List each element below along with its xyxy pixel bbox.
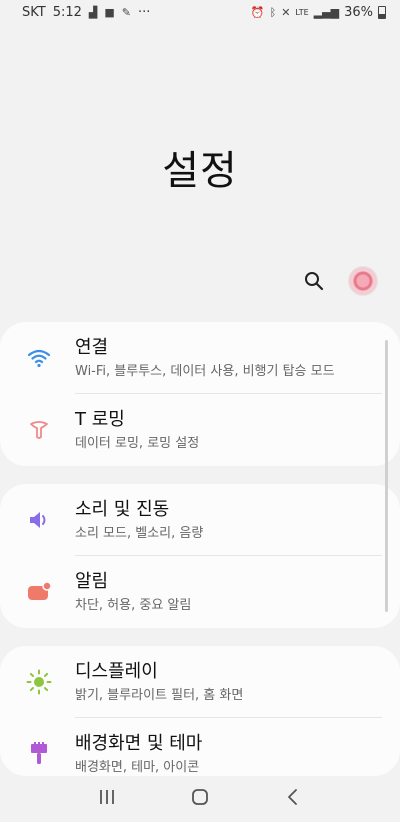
home-button[interactable] — [180, 777, 220, 817]
settings-item-display[interactable]: 디스플레이 밝기, 블루라이트 필터, 홈 화면 — [0, 646, 400, 718]
theme-brush-icon — [26, 741, 52, 767]
settings-item-text: 연결 Wi-Fi, 블루투스, 데이터 사용, 비행기 탑승 모드 — [75, 336, 335, 380]
settings-item-t-roaming[interactable]: T 로밍 데이터 로밍, 로밍 설정 — [0, 394, 400, 466]
gallery-icon: ■ — [104, 5, 115, 19]
settings-item-text: 배경화면 및 테마 배경화면, 테마, 아이콘 — [75, 732, 202, 776]
time-label: 5:12 — [52, 4, 82, 20]
scrollbar[interactable] — [385, 340, 388, 612]
settings-item-text: T 로밍 데이터 로밍, 로밍 설정 — [75, 408, 199, 452]
battery-percent: 36% — [344, 4, 373, 20]
settings-item-title: T 로밍 — [75, 409, 125, 430]
settings-item-wallpaper-themes[interactable]: 배경화면 및 테마 배경화면, 테마, 아이콘 — [0, 718, 400, 776]
signal-icon: ▂▄▆ — [313, 5, 340, 19]
settings-card-sound: 소리 및 진동 소리 모드, 벨소리, 음량 알림 차단, 허용, 중요 알림 — [0, 484, 400, 628]
search-button[interactable] — [302, 269, 326, 293]
settings-item-text: 디스플레이 밝기, 블루라이트 필터, 홈 화면 — [75, 660, 243, 704]
speaker-icon — [26, 507, 52, 533]
brightness-icon — [26, 669, 52, 695]
settings-item-subtitle: 밝기, 블루라이트 필터, 홈 화면 — [75, 688, 244, 703]
back-icon — [288, 789, 298, 805]
wifi-icon — [26, 345, 52, 371]
search-icon — [305, 272, 324, 291]
back-button[interactable] — [273, 777, 313, 817]
carrier-label: SKT — [22, 4, 46, 20]
navigation-bar — [0, 772, 400, 822]
settings-item-sound[interactable]: 소리 및 진동 소리 모드, 벨소리, 음량 — [0, 484, 400, 556]
status-bar: SKT 5:12 ▟ ■ ✎ ··· ⏰ ᛒ ✕ LTE ▂▄▆ 36% — [0, 0, 400, 24]
settings-item-title: 배경화면 및 테마 — [75, 733, 203, 754]
app-notification-icon: ✎ — [121, 5, 132, 19]
settings-item-subtitle: 차단, 허용, 중요 알림 — [75, 598, 192, 613]
settings-item-title: 연결 — [75, 337, 109, 358]
settings-item-text: 소리 및 진동 소리 모드, 벨소리, 음량 — [75, 498, 203, 542]
more-notifications: ··· — [138, 4, 151, 20]
page-title: 설정 — [162, 148, 238, 194]
settings-item-subtitle: Wi-Fi, 블루투스, 데이터 사용, 비행기 탑승 모드 — [75, 364, 335, 379]
status-left: SKT 5:12 ▟ ■ ✎ ··· — [22, 5, 150, 20]
settings-item-subtitle: 데이터 로밍, 로밍 설정 — [75, 436, 200, 451]
settings-item-title: 디스플레이 — [75, 661, 158, 682]
notification-icon — [26, 579, 52, 605]
settings-card-connections: 연결 Wi-Fi, 블루투스, 데이터 사용, 비행기 탑승 모드 T 로밍 데… — [0, 322, 400, 466]
recent-apps-button[interactable] — [87, 777, 127, 817]
settings-card-display: 디스플레이 밝기, 블루라이트 필터, 홈 화면 배경화면 및 테마 배경화면,… — [0, 646, 400, 776]
recent-apps-icon — [99, 790, 114, 804]
settings-item-title: 알림 — [75, 571, 109, 592]
sync-icon: ▟ — [88, 5, 98, 19]
network-type: LTE — [295, 7, 309, 17]
mute-icon: ✕ — [281, 5, 291, 19]
settings-item-subtitle: 소리 모드, 벨소리, 음량 — [75, 526, 204, 541]
battery-icon — [378, 5, 386, 19]
avatar[interactable] — [348, 266, 378, 296]
bluetooth-icon: ᛒ — [269, 5, 277, 19]
settings-item-title: 소리 및 진동 — [75, 499, 170, 520]
home-icon — [192, 789, 208, 805]
top-actions — [302, 266, 378, 296]
settings-item-notifications[interactable]: 알림 차단, 허용, 중요 알림 — [0, 556, 400, 628]
settings-item-text: 알림 차단, 허용, 중요 알림 — [75, 570, 191, 614]
t-roaming-icon — [26, 417, 52, 443]
settings-item-connections[interactable]: 연결 Wi-Fi, 블루투스, 데이터 사용, 비행기 탑승 모드 — [0, 322, 400, 394]
status-right: ⏰ ᛒ ✕ LTE ▂▄▆ 36% — [251, 5, 386, 20]
alarm-icon: ⏰ — [250, 5, 265, 19]
